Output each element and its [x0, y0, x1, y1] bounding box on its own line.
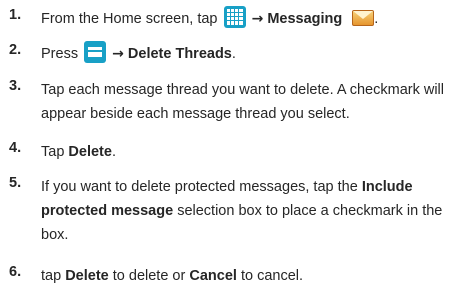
step-number: 3. [9, 78, 22, 94]
step-text: Tap Delete. [41, 144, 116, 160]
step-number: 4. [9, 140, 22, 156]
step-text: Press → Delete Threads. [41, 41, 464, 66]
step-number: 1. [9, 7, 22, 23]
messaging-envelope-icon [352, 8, 375, 27]
step-number: 5. [9, 175, 22, 191]
arrow-icon: → [251, 11, 264, 27]
step-text: If you want to delete protected messages… [41, 179, 443, 243]
arrow-icon: → [112, 46, 124, 62]
apps-grid-icon [223, 6, 246, 29]
instruction-steps: 1. From the Home screen, tap → Messaging… [0, 0, 472, 300]
step-text: tap Delete to delete or Cancel to cancel… [41, 268, 304, 284]
step-text: From the Home screen, tap → Messaging . [41, 6, 464, 31]
step-text: Tap each message thread you want to dele… [41, 82, 444, 122]
menu-key-icon [84, 41, 107, 64]
step-number: 6. [9, 264, 22, 280]
step-number: 2. [9, 42, 22, 58]
